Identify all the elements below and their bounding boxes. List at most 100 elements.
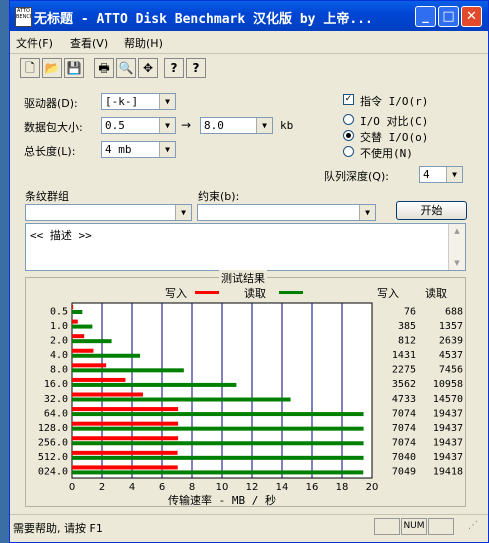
app-icon[interactable]: ATTO BENCH — [15, 7, 32, 27]
app-icon-text: ATTO BENCH — [16, 8, 32, 20]
title-bar[interactable]: ATTO BENCH 无标题 - ATTO Disk Benchmark 汉化版… — [10, 1, 488, 31]
stripe-group-label: 条纹群组 — [25, 190, 69, 203]
read-bar — [72, 353, 141, 358]
chevron-down-icon[interactable]: ▼ — [359, 205, 375, 220]
write-value: 7074 — [392, 408, 416, 419]
write-value: 7074 — [392, 423, 416, 434]
x-tick-label: 8 — [189, 482, 195, 493]
queue-depth-select[interactable]: 4 ▼ — [419, 166, 463, 183]
transfer-from-select[interactable]: 0.5 ▼ — [101, 117, 176, 134]
chevron-down-icon[interactable]: ▼ — [256, 118, 272, 133]
scroll-up-icon[interactable]: ▲ — [449, 224, 465, 238]
y-tick-label: 128.0 — [38, 423, 68, 434]
results-group: 测试结果 写入 读取 写入 读取 0 2 4 6 8 10 12 14 16 18 20 传输速率 -… — [25, 270, 466, 507]
read-bar — [72, 397, 291, 402]
menu-help[interactable]: 帮助(H) — [124, 35, 163, 51]
x-tick-label: 18 — [336, 482, 349, 493]
overlapped-io-radio[interactable] — [343, 130, 354, 141]
transfer-size-label: 数据包大小: — [24, 121, 83, 134]
y-tick-label: 512.0 — [38, 452, 68, 463]
read-bar — [72, 368, 184, 373]
write-bar — [72, 436, 179, 441]
write-value: 3562 — [392, 379, 416, 390]
write-value: 1431 — [392, 350, 416, 361]
write-value: 812 — [398, 335, 416, 346]
scroll-down-icon[interactable]: ▼ — [449, 256, 465, 270]
stripe-group-select[interactable]: ▼ — [25, 204, 192, 221]
x-tick-label: 12 — [246, 482, 259, 493]
description-text: << 描述 >> — [30, 229, 92, 242]
window-title: 无标题 - ATTO Disk Benchmark 汉化版 by 上帝... — [34, 12, 373, 27]
read-value: 19437 — [433, 408, 463, 419]
read-bar — [72, 382, 237, 387]
io-compare-radio[interactable] — [343, 114, 354, 125]
save-icon[interactable]: 💾 — [64, 58, 84, 78]
write-bar — [72, 334, 85, 339]
drive-select[interactable]: [-k-] ▼ — [101, 93, 176, 110]
chevron-down-icon[interactable]: ▼ — [446, 167, 462, 182]
chevron-down-icon[interactable]: ▼ — [159, 118, 175, 133]
total-length-select[interactable]: 4 mb ▼ — [101, 141, 176, 158]
menu-file[interactable]: 文件(F) — [16, 35, 53, 51]
print-icon[interactable]: 🖶 — [94, 58, 114, 78]
resize-grip-icon[interactable]: ⋰ — [468, 520, 478, 531]
y-tick-label: 024.0 — [38, 467, 68, 478]
transfer-to-select[interactable]: 8.0 ▼ — [200, 117, 273, 134]
x-tick-label: 0 — [69, 482, 75, 493]
write-bar — [72, 363, 107, 368]
menu-view[interactable]: 查看(V) — [70, 35, 108, 51]
menu-bar: 文件(F) 查看(V) 帮助(H) — [10, 31, 488, 54]
help-icon[interactable]: ? — [164, 58, 184, 78]
read-value: 1357 — [439, 321, 463, 332]
y-tick-label: 8.0 — [50, 365, 68, 376]
chevron-down-icon[interactable]: ▼ — [159, 142, 175, 157]
read-bar — [72, 470, 364, 475]
read-value: 19437 — [433, 423, 463, 434]
transfer-unit: kb — [280, 119, 294, 132]
close-button[interactable]: ✕ — [461, 6, 482, 27]
status-text: 需要帮助, 请按 F1 — [13, 522, 103, 535]
write-bar — [72, 421, 179, 426]
y-tick-label: 256.0 — [38, 438, 68, 449]
y-tick-label: 64.0 — [44, 408, 68, 419]
chevron-down-icon[interactable]: ▼ — [159, 94, 175, 109]
read-value: 14570 — [433, 394, 463, 405]
io-compare-label: I/O 对比(C) — [360, 115, 429, 128]
write-value: 7040 — [392, 452, 416, 463]
description-scrollbar[interactable]: ▲ ▼ — [448, 224, 465, 270]
x-tick-label: 4 — [129, 482, 135, 493]
status-bar: 需要帮助, 请按 F1 NUM ⋰ — [10, 514, 488, 543]
direct-io-label: 指令 I/O(r) — [360, 95, 429, 108]
neither-radio[interactable] — [343, 146, 354, 157]
x-axis-label: 传输速率 - MB / 秒 — [168, 493, 276, 506]
write-bar — [72, 407, 179, 412]
minimize-button[interactable]: _ — [415, 6, 436, 27]
description-box[interactable]: << 描述 >> ▲ ▼ — [25, 223, 466, 271]
chevron-down-icon[interactable]: ▼ — [175, 205, 191, 220]
x-tick-label: 2 — [99, 482, 105, 493]
start-button[interactable]: 开始 — [396, 201, 467, 220]
drive-label: 驱动器(D): — [24, 97, 78, 110]
x-tick-label: 14 — [276, 482, 289, 493]
context-help-icon[interactable]: ? — [186, 58, 206, 78]
write-value: 385 — [398, 321, 416, 332]
read-value: 688 — [445, 306, 463, 317]
open-folder-icon[interactable]: 📂 — [42, 58, 62, 78]
start-button-label: 开始 — [420, 204, 443, 217]
maximize-button[interactable]: □ — [438, 6, 459, 27]
status-num: NUM — [401, 518, 427, 535]
arrow-right-icon: → — [181, 118, 192, 132]
queue-depth-label: 队列深度(Q): — [324, 170, 389, 183]
write-bar — [72, 319, 78, 324]
constraint-select[interactable]: ▼ — [197, 204, 376, 221]
x-tick-label: 20 — [366, 482, 379, 493]
y-tick-label: 2.0 — [50, 335, 68, 346]
constraint-label: 约束(b): — [198, 190, 240, 203]
total-length-label: 总长度(L): — [24, 145, 76, 158]
new-document-icon[interactable]: 🗋 — [20, 58, 40, 78]
direct-io-checkbox[interactable]: ✓ — [343, 94, 354, 105]
read-bar — [72, 426, 364, 431]
write-value: 76 — [404, 306, 416, 317]
print-preview-icon[interactable]: 🔍 — [116, 58, 136, 78]
move-icon[interactable]: ✥ — [138, 58, 158, 78]
